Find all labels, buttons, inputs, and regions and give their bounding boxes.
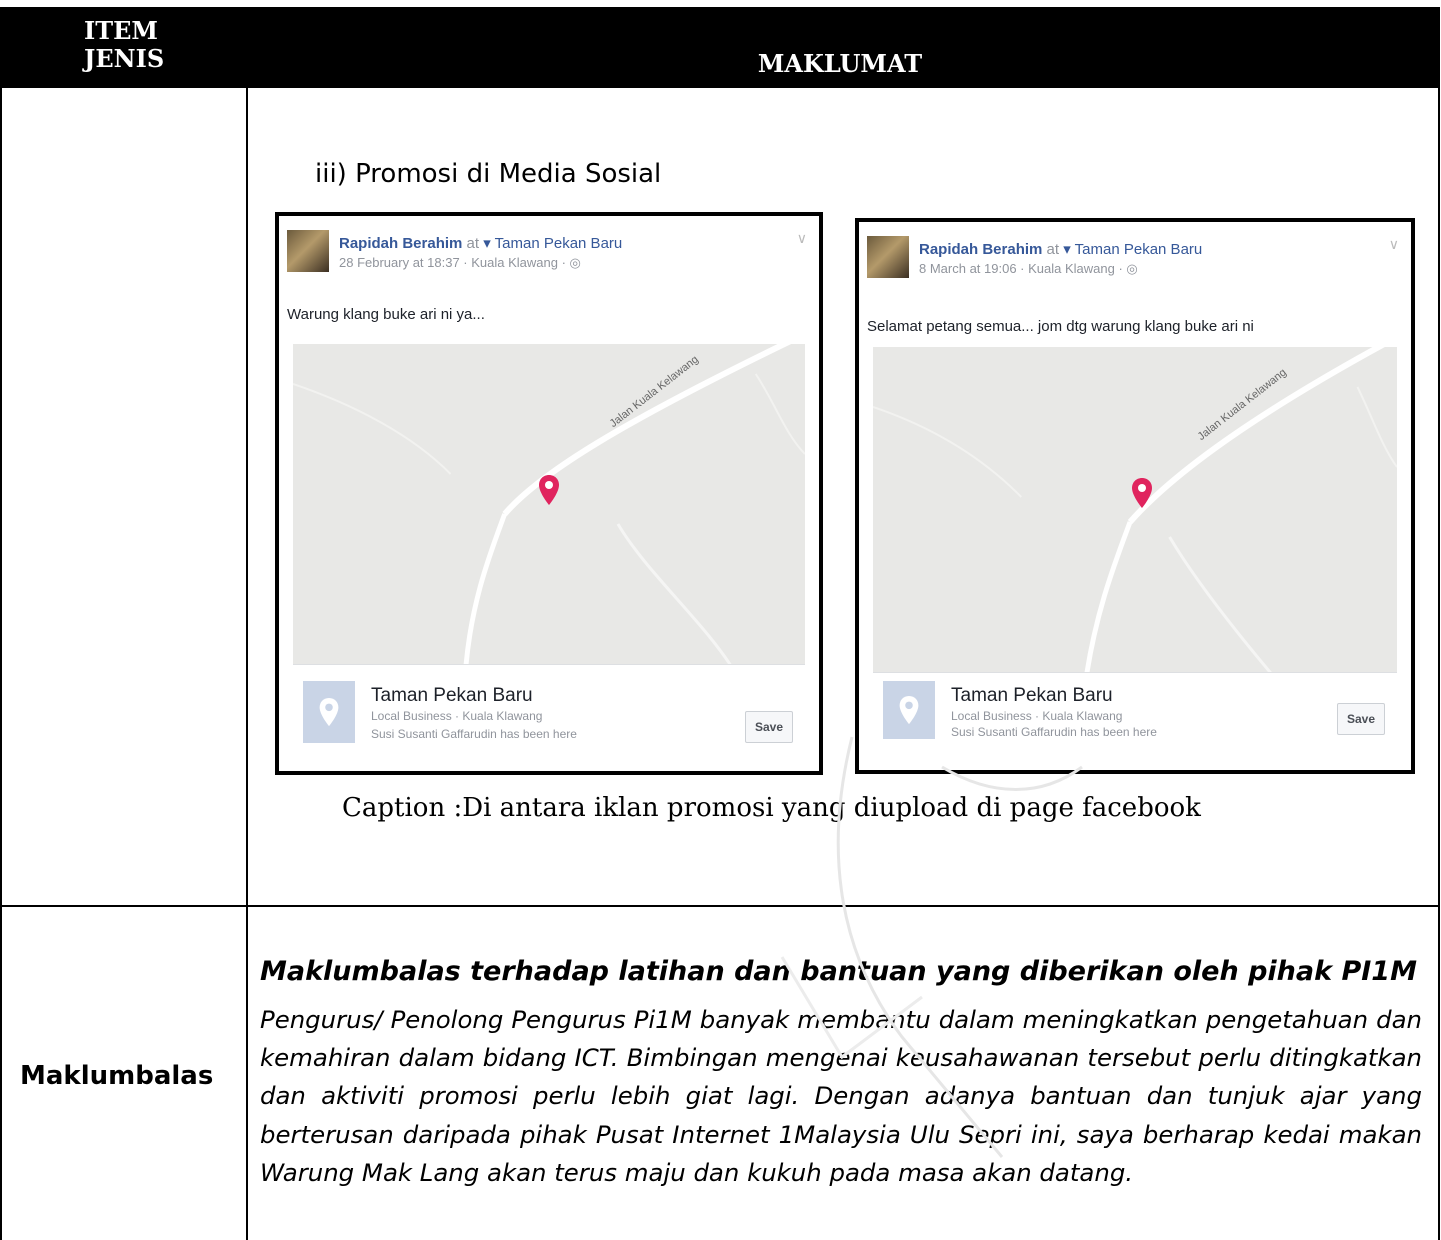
facebook-post-2: Rapidah Berahim at ▾ Taman Pekan Baru 8 …	[855, 218, 1415, 774]
avatar[interactable]	[287, 230, 329, 272]
post-author-line: Rapidah Berahim at ▾ Taman Pekan Baru	[919, 240, 1202, 258]
place-pin-icon	[319, 697, 339, 727]
figure-caption: Caption :Di antara iklan promosi yang di…	[342, 793, 1201, 823]
map-marker-icon	[539, 475, 559, 505]
place-pin-icon	[899, 695, 919, 725]
place-card[interactable]: Taman Pekan Baru Local Business · Kuala …	[293, 664, 805, 760]
save-button[interactable]: Save	[1337, 703, 1385, 735]
post-map[interactable]: Jalan Kuala Kelawang	[873, 347, 1397, 672]
header-maklumat: MAKLUMAT	[757, 49, 923, 78]
post-timestamp[interactable]: 28 February at 18:37 · Kuala Klawang ·	[339, 255, 566, 270]
place-thumbnail	[883, 681, 935, 739]
location-link[interactable]: Taman Pekan Baru	[495, 235, 623, 252]
place-thumbnail	[303, 681, 355, 743]
feedback-body: Pengurus/ Penolong Pengurus Pi1M banyak …	[260, 1005, 1422, 1187]
post-header: Rapidah Berahim at ▾ Taman Pekan Baru 28…	[287, 230, 811, 280]
place-name[interactable]: Taman Pekan Baru	[371, 685, 533, 707]
save-button[interactable]: Save	[745, 711, 793, 743]
post-meta: 28 February at 18:37 · Kuala Klawang · ◎	[339, 255, 581, 271]
feedback-title: Maklumbalas terhadap latihan dan bantuan…	[260, 956, 1417, 987]
place-name[interactable]: Taman Pekan Baru	[951, 685, 1113, 707]
post-text: Selamat petang semua... jom dtg warung k…	[867, 318, 1254, 335]
row-divider	[2, 905, 1438, 907]
place-visitor: Susi Susanti Gaffarudin has been here	[371, 727, 577, 741]
place-category: Local Business · Kuala Klawang	[371, 709, 543, 723]
place-visitor: Susi Susanti Gaffarudin has been here	[951, 725, 1157, 739]
map-roads	[873, 347, 1397, 672]
post-text: Warung klang buke ari ni ya...	[287, 306, 485, 323]
post-map[interactable]: Jalan Kuala Kelawang	[293, 344, 805, 664]
globe-icon: ◎	[569, 255, 581, 270]
place-category: Local Business · Kuala Klawang	[951, 709, 1123, 723]
section-title: iii) Promosi di Media Sosial	[315, 159, 662, 189]
author-link[interactable]: Rapidah Berahim	[339, 235, 462, 252]
at-label: at	[466, 235, 480, 252]
post-author-line: Rapidah Berahim at ▾ Taman Pekan Baru	[339, 234, 622, 252]
facebook-post-1: Rapidah Berahim at ▾ Taman Pekan Baru 28…	[275, 212, 823, 775]
post-header: Rapidah Berahim at ▾ Taman Pekan Baru 8 …	[867, 236, 1403, 286]
map-marker-icon	[1132, 478, 1152, 508]
column-divider	[246, 88, 248, 1240]
globe-icon: ◎	[1126, 261, 1138, 276]
author-link[interactable]: Rapidah Berahim	[919, 241, 1042, 258]
chevron-down-icon[interactable]: ∨	[797, 230, 807, 247]
at-label: at	[1046, 241, 1060, 258]
post-timestamp[interactable]: 8 March at 19:06 · Kuala Klawang ·	[919, 261, 1123, 276]
place-card[interactable]: Taman Pekan Baru Local Business · Kuala …	[873, 672, 1397, 755]
location-pin-icon: ▾	[1063, 241, 1071, 258]
chevron-down-icon[interactable]: ∨	[1389, 236, 1399, 253]
location-pin-icon: ▾	[483, 235, 491, 252]
avatar[interactable]	[867, 236, 909, 278]
info-table: ITEM JENIS MAKLUMAT iii) Promosi di Medi…	[0, 7, 1440, 1240]
location-link[interactable]: Taman Pekan Baru	[1075, 241, 1203, 258]
table-header: ITEM JENIS MAKLUMAT	[2, 7, 1438, 88]
row-label-maklumbalas: Maklumbalas	[20, 1061, 214, 1091]
header-item-label: ITEM	[84, 16, 158, 45]
post-meta: 8 March at 19:06 · Kuala Klawang · ◎	[919, 261, 1138, 277]
